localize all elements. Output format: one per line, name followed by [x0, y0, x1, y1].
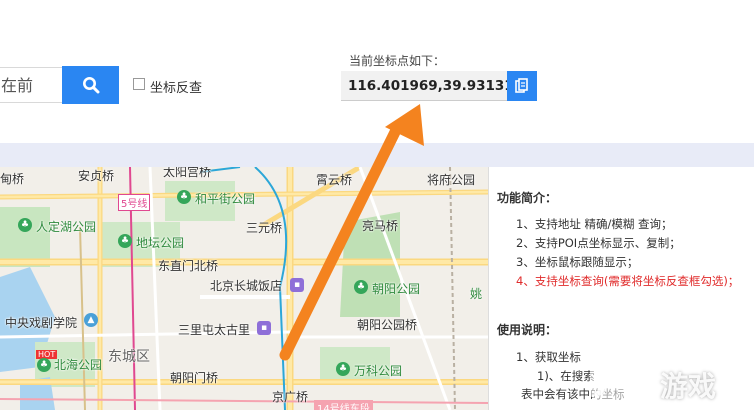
watermark-sub: JIAOYOU SHEWAN [632, 357, 694, 365]
feature-item: 3、坐标鼠标跟随显示； [516, 255, 639, 269]
map-label-line14: 14号线东段 [314, 400, 373, 410]
coords-title: 当前坐标点如下： [349, 54, 446, 68]
map-label-hepingjie: 和平街公园 [195, 192, 256, 206]
map-label-taipinghu: 人定湖公园 [36, 220, 97, 234]
map-view[interactable]: 甸桥 安贞桥 太阳宫桥 霄云桥 将府公园 5号线 ♣ 和平街公园 三元桥 亮马桥… [0, 167, 488, 410]
map-label-ditan: 地坛公园 [136, 236, 185, 250]
map-label-wanke: 万科公园 [354, 364, 403, 378]
school-icon: ▲ [84, 313, 98, 327]
map-label-chaoyangmen: 朝阳门桥 [170, 371, 219, 385]
divider-band [0, 143, 754, 167]
map-label-andingqiao: 甸桥 [0, 172, 25, 186]
map-label-beihai: 北海公园 [54, 358, 103, 372]
search-button[interactable] [62, 66, 119, 104]
park-icon: ♣ [177, 190, 191, 204]
map-label-changcheng: 北京长城饭店 [210, 279, 283, 293]
coords-value[interactable]: 116.401969,39.931314 [341, 71, 523, 101]
park-icon: ♣ [354, 280, 368, 294]
map-label-chaoyangparkqiao: 朝阳公园桥 [357, 318, 418, 332]
feature-item-4: 4、支持坐标查询(需要将坐标反查框勾选)； [516, 273, 741, 290]
search-input[interactable]: 在前 [0, 67, 62, 103]
toolbar: 在前 坐标反查 当前坐标点如下： 116.401969,39.931314 [0, 0, 754, 143]
map-label-chaoyangpark: 朝阳公园 [372, 282, 421, 296]
reverse-lookup-checkbox[interactable] [133, 78, 145, 90]
map-label-sanlitun: 三里屯太古里 [178, 323, 251, 337]
feature-item-4-text: 支持坐标查询(需要将坐标反查框勾选)； [534, 274, 740, 288]
park-icon: ♣ [118, 234, 132, 248]
map-label-dongcheng: 东城区 [108, 349, 150, 365]
svg-text:J: J [594, 358, 609, 398]
map-label-jingguang: 京广桥 [272, 390, 309, 404]
search-icon [82, 77, 99, 94]
feature-item: 1、支持地址 精确/模糊 查询； [516, 217, 673, 231]
usage-title: 使用说明： [497, 323, 558, 337]
map-label-jiangtai: 将府公园 [427, 173, 476, 187]
watermark-text: 游戏 [660, 370, 717, 403]
copy-button[interactable] [507, 71, 537, 101]
park-icon: ♣ [37, 358, 51, 372]
copy-icon [515, 78, 528, 93]
map-label-line5: 5号线 [118, 194, 151, 211]
map-label-xiaoyunqiao: 霄云桥 [316, 173, 353, 187]
map-label-zhongyang: 中央戏剧学院 [5, 316, 78, 330]
feature-item-4-index: 4、 [516, 274, 535, 288]
map-label-yao: 姚 [470, 287, 483, 301]
feature-item: 2、支持POI点坐标显示、复制； [516, 236, 681, 250]
map-label-dongzhimen: 东直门北桥 [158, 259, 219, 273]
map-label-liangmaqiao: 亮马桥 [362, 219, 399, 233]
watermark-logo: J 游戏 JIAOYOU SHEWAN [590, 345, 750, 405]
map-label-anzhenqiao: 安贞桥 [78, 169, 115, 183]
shopping-icon: ▪ [257, 321, 271, 335]
park-icon: ♣ [336, 362, 350, 376]
hotel-icon: ▪ [290, 278, 304, 292]
reverse-lookup-label: 坐标反查 [150, 81, 203, 96]
park-icon: ♣ [18, 218, 32, 232]
intro-title: 功能简介： [497, 191, 558, 205]
map-label-sanyuanqiao: 三元桥 [246, 221, 283, 235]
map-label-taiyangqiao: 太阳宫桥 [163, 167, 212, 179]
